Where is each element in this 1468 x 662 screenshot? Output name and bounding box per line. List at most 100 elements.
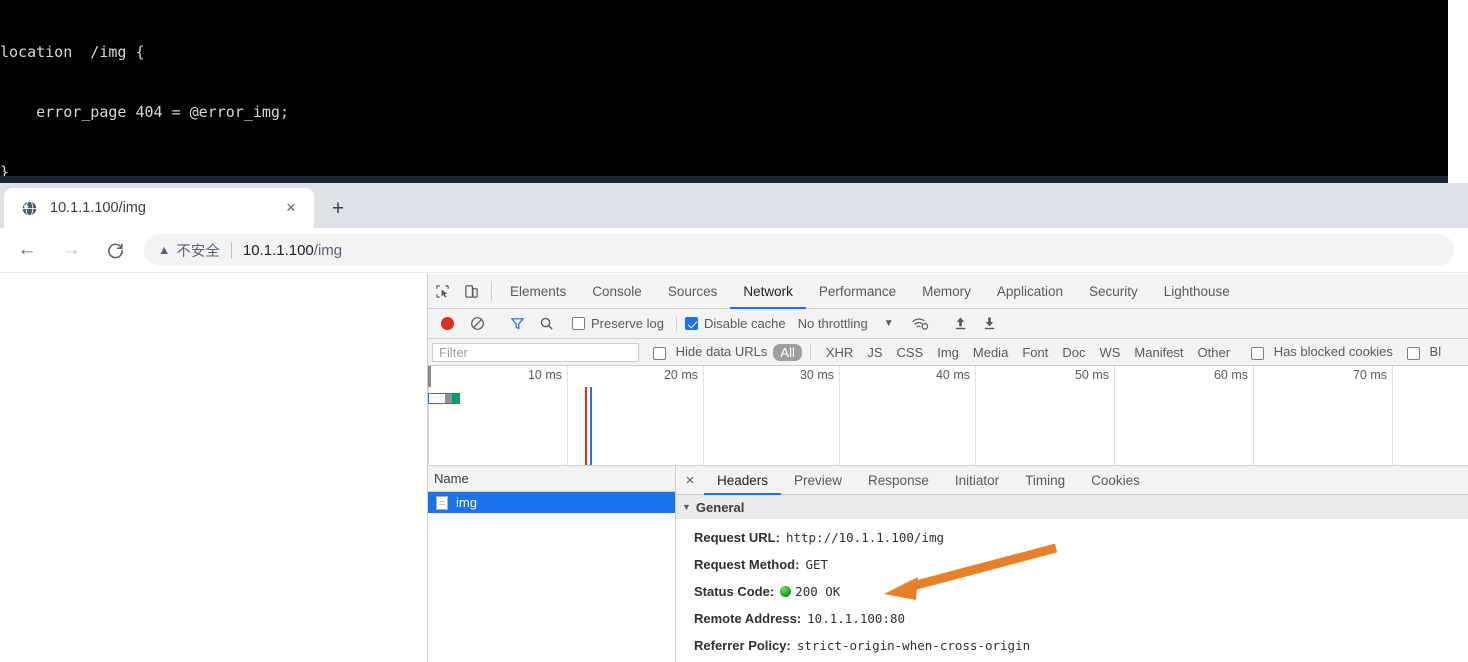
resource-filter-font[interactable]: Font [1015,344,1055,361]
resource-filter-js[interactable]: JS [860,344,889,361]
timeline-selection-handle[interactable] [428,366,431,387]
forward-button[interactable]: → [54,233,88,267]
general-section-body: Request URL: http://10.1.1.100/img Reque… [676,519,1468,659]
tab-initiator[interactable]: Initiator [942,466,1012,494]
throttling-dropdown[interactable]: No throttling ▼ [798,316,894,331]
timeline-tick: 20 ms [664,366,704,465]
network-conditions-icon[interactable] [906,316,935,332]
tick-label: 70 ms [1352,368,1387,382]
field-referrer-policy: Referrer Policy: strict-origin-when-cros… [694,632,1468,659]
back-button[interactable]: ← [10,233,44,267]
content-and-devtools: Elements Console Sources Network Perform… [0,274,1468,662]
filter-input[interactable]: Filter [432,342,639,362]
blocked-requests-checkbox[interactable]: Bl [1406,344,1441,360]
address-bar[interactable]: ▲ 不安全 10.1.1.100/img [144,234,1454,266]
inspect-element-icon[interactable] [428,274,457,308]
tab-console[interactable]: Console [579,274,655,308]
resource-filter-img[interactable]: Img [930,344,966,361]
tick-label: 30 ms [799,368,834,382]
checkbox-box [572,317,585,330]
tab-sources[interactable]: Sources [655,274,731,308]
request-segment-waiting [429,394,445,403]
resource-filter-css[interactable]: CSS [889,344,930,361]
tab-application[interactable]: Application [984,274,1076,308]
url-host: 10.1.1.100 [242,241,314,259]
field-key: Referrer Policy: [694,638,791,653]
has-blocked-cookies-checkbox[interactable]: Has blocked cookies [1251,344,1393,360]
tab-memory[interactable]: Memory [909,274,984,308]
search-icon[interactable] [532,316,561,331]
resource-filter-doc[interactable]: Doc [1055,344,1092,361]
filter-separator [809,344,811,360]
address-bar-url: 10.1.1.100/img [243,242,342,259]
field-key: Request Method: [694,557,800,572]
tab-response[interactable]: Response [855,466,942,494]
field-value: strict-origin-when-cross-origin [796,638,1031,653]
filter-icon[interactable] [503,316,532,331]
clear-icon[interactable] [463,316,492,331]
preserve-log-checkbox[interactable]: Preserve log [572,316,664,331]
tab-network[interactable]: Network [730,274,806,309]
hide-data-urls-checkbox[interactable]: Hide data URLs [653,344,767,360]
field-request-method: Request Method: GET [694,551,1468,578]
reload-icon[interactable] [98,233,132,267]
url-path: /img [313,241,343,259]
request-name: img [456,495,477,510]
tab-elements[interactable]: Elements [497,274,579,308]
field-key: Remote Address: [694,611,802,626]
resource-filter-media[interactable]: Media [966,344,1015,361]
navigation-bar: ← → ▲ 不安全 10.1.1.100/img [0,228,1468,273]
resource-filter-other[interactable]: Other [1191,344,1238,361]
tab-cookies[interactable]: Cookies [1078,466,1153,494]
preserve-log-label: Preserve log [591,316,664,331]
tick-label: 60 ms [1213,368,1248,382]
timeline-tick: 40 ms [936,366,976,465]
new-tab-button[interactable]: + [322,194,354,224]
browser-tab[interactable]: 10.1.1.100/img × [4,188,314,228]
overview-request-bar [428,393,460,404]
general-section-header[interactable]: ▼ General [676,495,1468,519]
status-ok-icon [780,586,792,597]
tab-security[interactable]: Security [1076,274,1151,308]
checkbox-box [1406,346,1420,360]
disable-cache-checkbox[interactable]: Disable cache [684,316,786,331]
tick-label: 10 ms [527,368,562,382]
timeline-tick: 10 ms [528,366,568,465]
chevron-down-icon: ▼ [682,502,691,512]
tab-lighthouse[interactable]: Lighthouse [1151,274,1243,308]
resource-filter-manifest[interactable]: Manifest [1127,344,1190,361]
timeline-tick: 60 ms [1214,366,1254,465]
tab-performance[interactable]: Performance [806,274,909,308]
field-remote-address: Remote Address: 10.1.1.100:80 [694,605,1468,632]
insecure-label: 不安全 [176,243,220,260]
warning-triangle-icon: ▲ [158,243,171,257]
resource-filter-all[interactable]: All [773,343,802,361]
device-toolbar-icon[interactable] [457,274,486,308]
request-segment-stalled [445,394,452,403]
toolbar-separator [491,281,492,301]
tab-preview[interactable]: Preview [781,466,855,494]
status-code-value: 200 OK [795,584,841,599]
close-icon[interactable]: × [278,195,304,221]
export-har-icon[interactable] [975,316,1004,331]
timeline-tick: 50 ms [1075,366,1115,465]
resource-filter-xhr[interactable]: XHR [819,344,860,361]
resource-filter-ws[interactable]: WS [1092,344,1127,361]
field-key: Request URL: [694,530,780,545]
network-overview-timeline[interactable]: 10 ms 20 ms 30 ms 40 ms 50 ms 60 ms 70 m… [428,366,1468,466]
checkbox-box [653,346,666,360]
field-status-code: Status Code: 200 OK [694,578,1468,605]
tab-timing[interactable]: Timing [1012,466,1078,494]
browser-window: 10.1.1.100/img × + ← → ▲ 不安全 10.1.1.100/… [0,183,1468,662]
column-header-name[interactable]: Name [428,466,675,492]
import-har-icon[interactable] [946,316,975,331]
timeline-tick: 70 ms [1353,366,1393,465]
close-icon[interactable]: × [676,466,704,494]
field-request-url: Request URL: http://10.1.1.100/img [694,524,1468,551]
tab-headers[interactable]: Headers [704,466,782,495]
record-button[interactable] [441,317,454,330]
tab-strip: 10.1.1.100/img × + [0,183,1468,228]
page-viewport [0,274,428,662]
field-value: 10.1.1.100:80 [807,611,905,626]
request-row-img[interactable]: img [428,492,675,513]
